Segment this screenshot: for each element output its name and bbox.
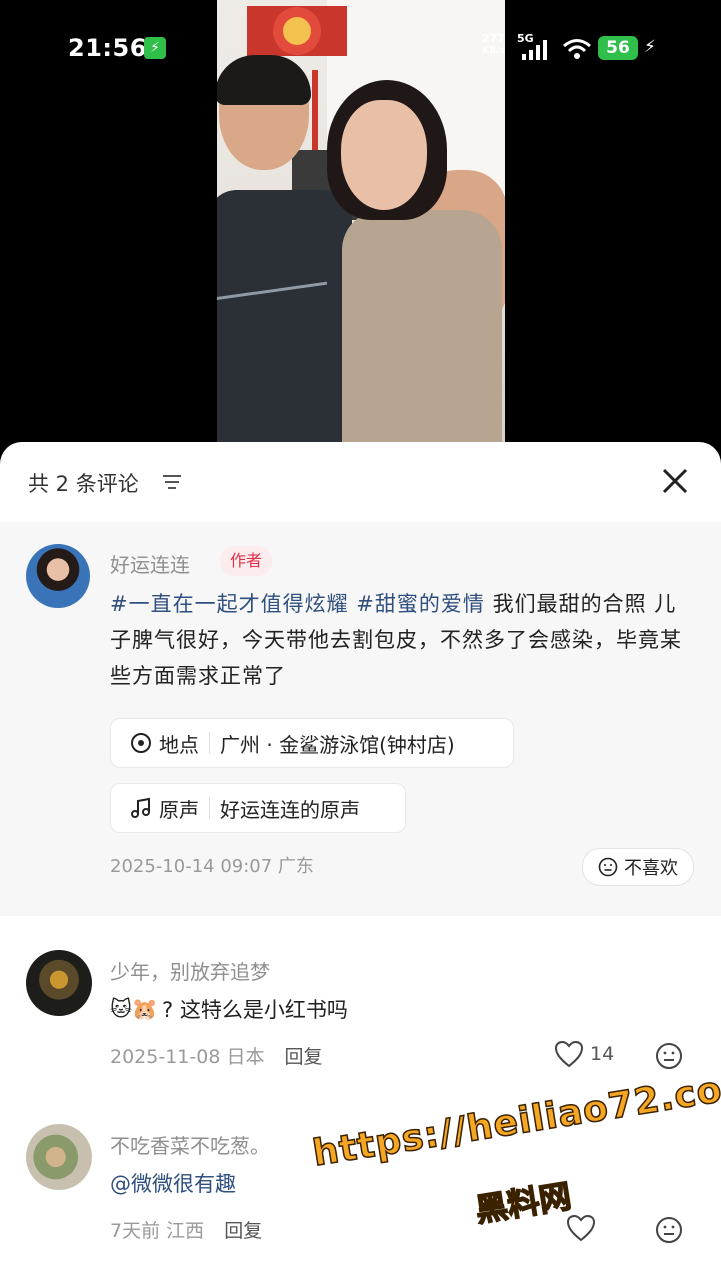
video-area[interactable] xyxy=(0,0,721,460)
woman-face xyxy=(341,100,427,210)
author-avatar[interactable] xyxy=(26,544,90,608)
like-button[interactable] xyxy=(566,1214,602,1242)
commenter-name[interactable]: 少年，别放弃追梦 xyxy=(110,956,270,985)
woman-figure xyxy=(342,210,502,442)
comment-text: @微微很有趣 xyxy=(110,1168,236,1198)
like-button[interactable]: 14 xyxy=(554,1040,614,1068)
dislike-label: 不喜欢 xyxy=(624,858,678,879)
charging-icon: ⚡ xyxy=(144,37,166,59)
comment-count-title: 共 2 条评论 xyxy=(28,472,139,496)
close-icon[interactable] xyxy=(658,464,692,498)
boy-figure xyxy=(217,190,352,442)
sort-icon[interactable] xyxy=(162,473,182,491)
heart-icon xyxy=(554,1040,584,1068)
neutral-face-icon xyxy=(598,857,618,877)
emoji-sticker: 🐱🐹 xyxy=(110,996,159,1021)
commenter-avatar[interactable] xyxy=(26,950,92,1016)
status-bar: 21:56 ⚡ 277 KB/s 5G 56 ⚡ xyxy=(0,28,721,68)
location-value: 广州 · 金鲨游泳馆(钟村店) xyxy=(220,732,455,757)
commenter-name[interactable]: 不吃香菜不吃葱。 xyxy=(110,1130,270,1159)
shirt-logo xyxy=(217,281,327,342)
comment-date-location: 7天前 江西 xyxy=(110,1220,205,1242)
chip-divider xyxy=(209,797,210,819)
comment-meta: 2025-11-08 日本 回复 xyxy=(110,1042,323,1069)
signal-icon xyxy=(522,40,547,60)
chip-divider xyxy=(209,732,210,754)
like-count: 14 xyxy=(590,1043,615,1065)
comment-meta: 7天前 江西 回复 xyxy=(110,1216,262,1243)
network-speed: 277 KB/s xyxy=(482,33,505,57)
author-badge: 作者 xyxy=(220,546,273,576)
dislike-face-icon[interactable] xyxy=(655,1216,683,1244)
music-note-icon xyxy=(131,797,150,818)
reply-button[interactable]: 回复 xyxy=(285,1046,323,1068)
battery-indicator: 56 xyxy=(598,36,638,60)
dislike-button[interactable]: 不喜欢 xyxy=(582,848,694,886)
location-chip[interactable]: 地点 广州 · 金鲨游泳馆(钟村店) xyxy=(110,718,514,768)
network-speed-value: 277 xyxy=(482,32,505,45)
sheet-header: 共 2 条评论 xyxy=(0,442,721,522)
commenter-avatar[interactable] xyxy=(26,1124,92,1190)
comment-body: ? 这特么是小红书吗 xyxy=(162,998,348,1022)
comment-item: 少年，别放弃追梦 🐱🐹 ? 这特么是小红书吗 2025-11-08 日本 回复 … xyxy=(0,950,721,1100)
clock: 21:56 xyxy=(68,34,147,62)
comment-date-location: 2025-11-08 日本 xyxy=(110,1046,265,1068)
wifi-icon xyxy=(563,39,591,59)
mention-link[interactable]: @微微很有趣 xyxy=(110,1168,236,1198)
battery-charging-icon: ⚡ xyxy=(644,37,656,57)
network-speed-unit: KB/s xyxy=(482,46,505,56)
hashtag-link[interactable]: #一直在一起才值得炫耀 xyxy=(110,592,349,616)
music-value: 好运连连的原声 xyxy=(220,797,360,822)
post-text: #一直在一起才值得炫耀 #甜蜜的爱情 我们最甜的合照 儿子脾气很好，今天带他去割… xyxy=(110,586,690,694)
dislike-face-icon[interactable] xyxy=(655,1042,683,1070)
location-label: 地点 xyxy=(159,732,199,757)
music-label: 原声 xyxy=(159,797,199,822)
knot-tassel xyxy=(312,70,318,160)
author-post: 好运连连 作者 #一直在一起才值得炫耀 #甜蜜的爱情 我们最甜的合照 儿子脾气很… xyxy=(0,522,721,916)
comment-text: 🐱🐹 ? 这特么是小红书吗 xyxy=(110,994,348,1024)
heart-icon xyxy=(566,1214,596,1242)
hashtag-link[interactable]: #甜蜜的爱情 xyxy=(356,592,485,616)
music-chip[interactable]: 原声 好运连连的原声 xyxy=(110,783,406,833)
reply-button[interactable]: 回复 xyxy=(224,1220,262,1242)
post-meta: 2025-10-14 09:07 广东 xyxy=(110,856,314,877)
location-pin-icon xyxy=(131,733,151,753)
author-name[interactable]: 好运连连 xyxy=(110,549,190,578)
